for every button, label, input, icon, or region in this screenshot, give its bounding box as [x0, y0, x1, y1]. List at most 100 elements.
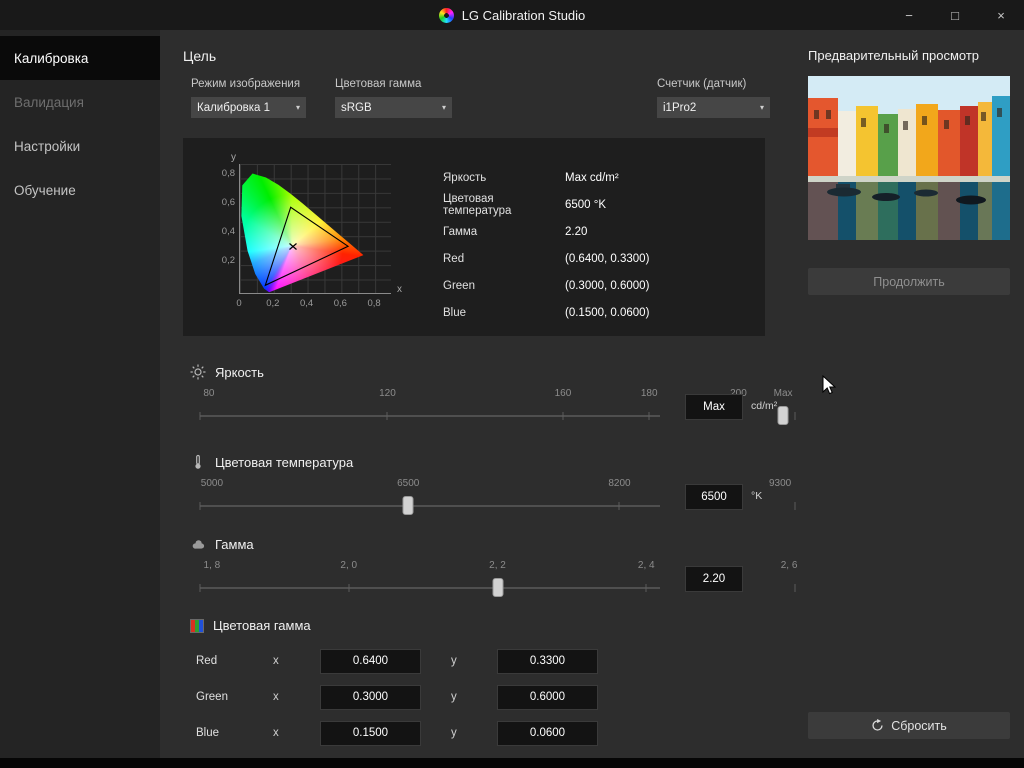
sidebar-item-settings[interactable]: Настройки	[0, 124, 160, 168]
tick-label: Max	[773, 388, 793, 399]
info-row-green: Green (0.3000, 0.6000)	[443, 272, 747, 299]
tick-label: 2, 0	[340, 560, 358, 571]
x-axis-letter: x	[397, 284, 402, 295]
sensor-select[interactable]: i1Pro2 ▾	[657, 97, 770, 118]
sidebar-item-label: Настройки	[14, 138, 81, 154]
temperature-section-head: Цветовая температура	[190, 454, 795, 470]
chevron-down-icon: ▾	[295, 103, 300, 112]
x-tick-label: 0,4	[299, 298, 314, 309]
sidebar-item-calibration[interactable]: Калибровка	[0, 36, 160, 80]
red-y-input[interactable]: 0.3300	[497, 648, 598, 674]
rgb-gamut-icon	[190, 618, 204, 633]
sensor-label: Счетчик (датчик)	[657, 78, 747, 90]
bottom-edge	[0, 758, 1024, 768]
x-tick-label: 0,2	[266, 298, 280, 309]
tick-label: 5000	[200, 478, 224, 489]
info-label: Blue	[443, 306, 467, 319]
brightness-slider: 80 120 160 180 200 Max Max cd/m²	[199, 388, 796, 432]
main-content: Цель Режим изображения Калибровка 1 ▾ Цв…	[160, 30, 797, 768]
temperature-title: Цветовая температура	[215, 454, 354, 470]
blue-y-input[interactable]: 0.0600	[497, 720, 598, 746]
brightness-unit: cd/m²	[751, 400, 778, 412]
brightness-section-head: Яркость	[190, 364, 795, 380]
titlebar: LG Calibration Studio − □ ×	[0, 0, 1024, 30]
gamut-title: Цветовая гамма	[213, 618, 311, 633]
tick-label: 160	[554, 388, 572, 399]
app-logo-icon	[438, 7, 454, 23]
tick-label: 2, 2	[489, 560, 506, 571]
preview-image	[808, 76, 1010, 240]
brightness-value-input[interactable]: Max	[685, 394, 743, 420]
close-button[interactable]: ×	[978, 0, 1024, 30]
tick-label: 6500	[397, 478, 420, 489]
temperature-slider: 5000 6500 8200 9300 6500 °K	[199, 478, 796, 522]
info-value: (0.3000, 0.6000)	[565, 279, 650, 292]
sun-icon	[190, 364, 206, 380]
brightness-slider-thumb[interactable]	[777, 406, 789, 425]
picture-mode-select[interactable]: Калибровка 1 ▾	[191, 97, 306, 118]
target-heading: Цель	[183, 48, 217, 64]
sidebar: Калибровка Валидация Настройки Обучение	[0, 30, 160, 768]
info-label: Green	[443, 279, 475, 292]
window-title: LG Calibration Studio	[461, 7, 586, 23]
temperature-unit: °K	[751, 490, 763, 502]
info-value: Max cd/m²	[565, 171, 619, 184]
gamma-slider-track[interactable]	[200, 587, 660, 589]
minimize-button[interactable]: −	[886, 0, 932, 30]
tick-label: 8200	[608, 478, 631, 489]
green-y-input[interactable]: 0.6000	[497, 684, 598, 710]
gamut-row-green: Green x 0.3000 y 0.6000	[196, 679, 795, 715]
axis-y-label: y	[451, 691, 457, 703]
gamma-value-input[interactable]: 2.20	[685, 566, 743, 592]
gamma-section-head: Гамма	[190, 536, 795, 552]
tick-label: 180	[640, 388, 658, 399]
temperature-value-input[interactable]: 6500	[685, 484, 743, 510]
temperature-slider-track[interactable]	[200, 505, 660, 507]
color-gamut-select[interactable]: sRGB ▾	[335, 97, 452, 118]
y-tick-label: 0,8	[221, 168, 235, 179]
picture-mode-field: Режим изображения Калибровка 1 ▾	[191, 78, 306, 118]
info-label: Яркость	[443, 171, 487, 184]
gamut-row-label: Green	[196, 691, 228, 703]
gamma-icon	[190, 536, 206, 552]
info-value: (0.6400, 0.3300)	[565, 252, 650, 265]
sidebar-item-training[interactable]: Обучение	[0, 168, 160, 212]
y-axis-letter: y	[231, 152, 236, 163]
brightness-title: Яркость	[215, 364, 264, 380]
sidebar-item-label: Обучение	[14, 182, 76, 198]
reset-button-label: Сбросить	[891, 718, 947, 733]
reset-button[interactable]: Сбросить	[808, 712, 1010, 739]
sidebar-item-validation[interactable]: Валидация	[0, 80, 160, 124]
thermometer-icon	[190, 454, 206, 470]
srgb-gamut-triangle	[264, 206, 350, 287]
info-label: Red	[443, 252, 465, 265]
tick-label: 1, 8	[203, 560, 221, 571]
gamut-row-label: Blue	[196, 727, 220, 739]
maximize-button[interactable]: □	[932, 0, 978, 30]
white-point-marker	[289, 243, 297, 250]
sensor-value: i1Pro2	[663, 101, 697, 114]
y-tick-label: 0,2	[221, 255, 235, 266]
target-info-list: Яркость Max cd/m² Цветовая температура 650…	[443, 152, 747, 322]
target-controls-row: Режим изображения Калибровка 1 ▾ Цветова…	[191, 78, 795, 118]
green-x-input[interactable]: 0.3000	[320, 684, 421, 710]
picture-mode-label: Режим изображения	[191, 78, 301, 90]
preview-panel: Предварительный просмотр Продолжить Сбро…	[795, 30, 1024, 768]
x-tick-label: 0,6	[333, 298, 347, 309]
color-gamut-label: Цветовая гамма	[335, 78, 422, 90]
cie-chromaticity-chart: y x 0,8 0,6 0,4 0,2 0 0,2 0,4 0,6 0,8	[201, 152, 419, 322]
gamma-slider-thumb[interactable]	[492, 578, 503, 597]
blue-x-input[interactable]: 0.1500	[320, 720, 421, 746]
x-tick-label: 0	[236, 298, 242, 309]
info-label: Гамма	[443, 225, 478, 238]
brightness-slider-track[interactable]	[200, 415, 660, 417]
info-value: 2.20	[565, 225, 588, 238]
red-x-input[interactable]: 0.6400	[320, 648, 421, 674]
axis-x-label: x	[273, 691, 279, 703]
temperature-slider-thumb[interactable]	[402, 496, 414, 515]
continue-button[interactable]: Продолжить	[808, 268, 1010, 295]
preview-heading: Предварительный просмотр	[808, 48, 980, 63]
info-row-temperature: Цветовая температура 6500 °K	[443, 191, 747, 218]
gamut-row-blue: Blue x 0.1500 y 0.0600	[196, 715, 795, 751]
axis-x-label: x	[273, 727, 279, 739]
